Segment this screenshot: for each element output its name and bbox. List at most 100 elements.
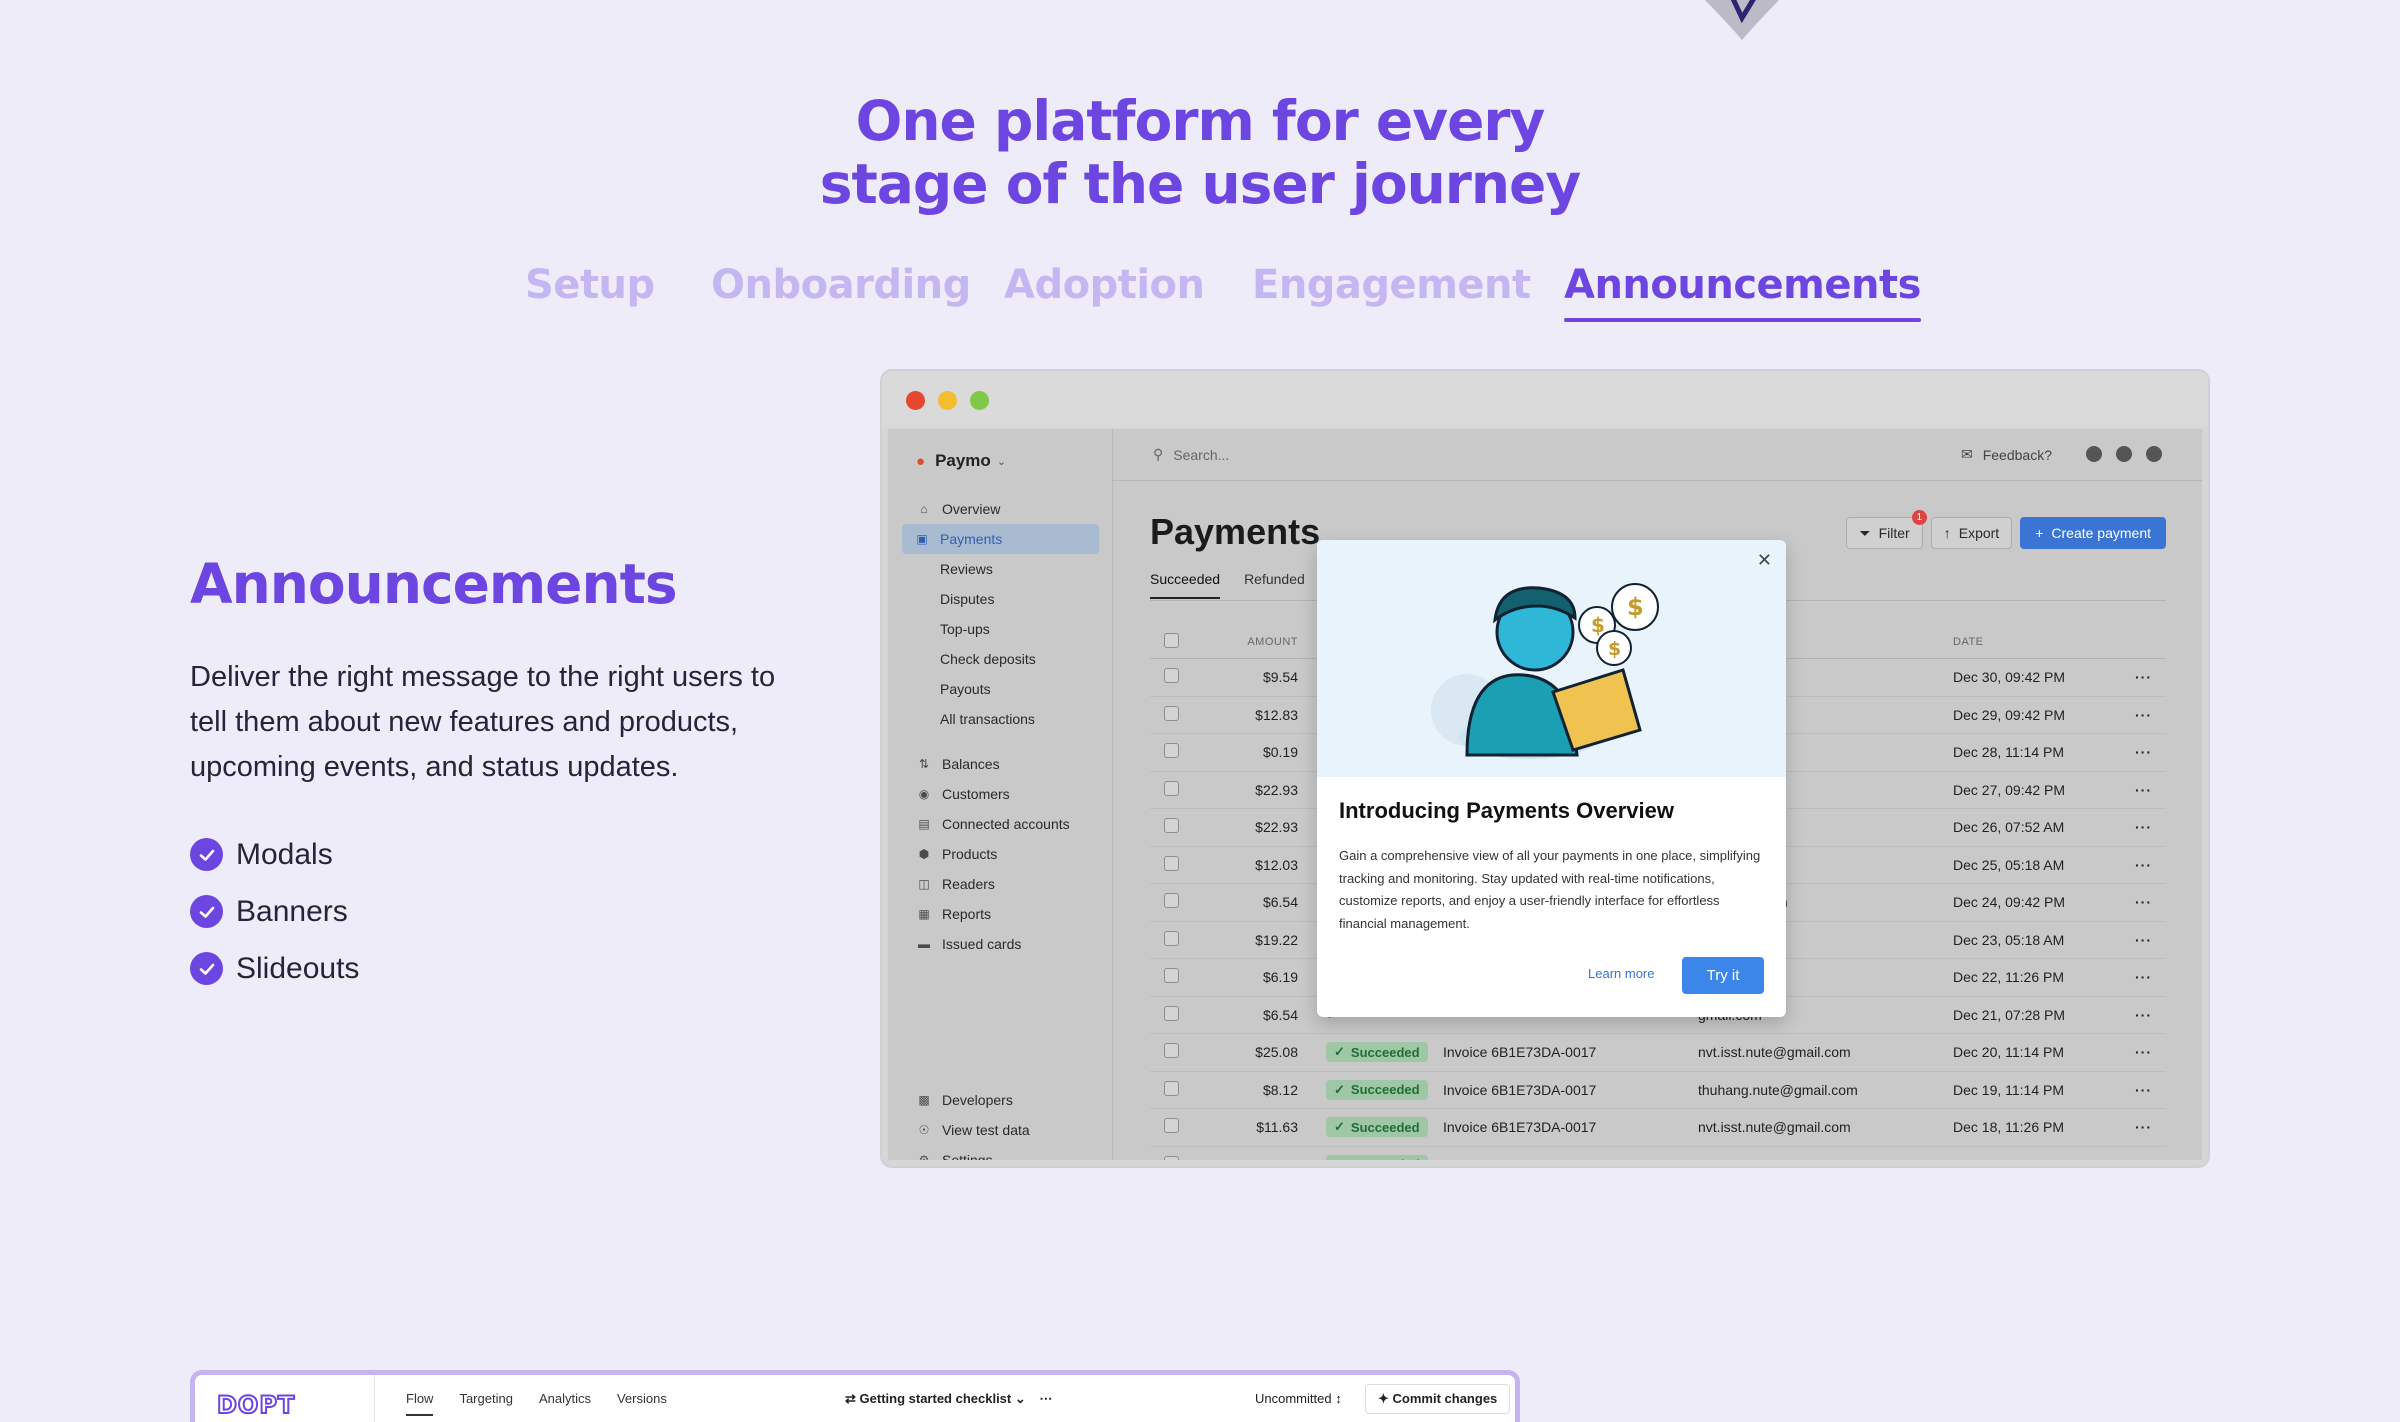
tab-engagement[interactable]: Engagement [1252,262,1531,308]
more-actions-icon[interactable]: ··· [2118,857,2166,873]
sidebar-item-settings[interactable]: ⚙ Settings [888,1145,1113,1160]
select-all-checkbox[interactable] [1164,632,1179,648]
table-row[interactable]: $25.08 ✓ Succeeded Invoice 6B1E73DA-0017 nvt… [1150,1034,2166,1072]
user-icon[interactable] [2146,446,2162,462]
sidebar-item-label: Reviews [940,561,993,577]
row-checkbox[interactable] [1164,743,1179,759]
close-icon[interactable]: ✕ [1757,550,1772,571]
tab-adoption[interactable]: Adoption [1004,262,1205,308]
table-row[interactable]: $8.12 ✓ Succeeded Invoice 6B1E73DA-0017 thuh… [1150,1072,2166,1109]
more-icon[interactable]: ⋯ [1039,1391,1052,1406]
status-label: Succeeded [1350,1082,1420,1098]
row-checkbox[interactable] [1164,968,1179,984]
filter-button[interactable]: ⏷ Filter 1 [1846,510,1927,549]
row-checkbox[interactable] [1164,930,1179,946]
flame-icon: ● [916,452,926,470]
learn-more-link[interactable]: Learn more [1588,966,1654,981]
topbar: ⚲ Search... ✉ Feedback? [1113,429,2202,481]
sidebar-item-payouts[interactable]: Payouts [888,674,1113,704]
sidebar-item-check-deposits[interactable]: Check deposits [888,644,1113,674]
sidebar-item-developers[interactable]: ▩ Developers [888,1085,1113,1115]
sidebar-item-issued-cards[interactable]: ▬ Issued cards [888,929,1113,959]
date-cell: Dec 27, 09:42 PM [1953,781,2066,798]
export-button[interactable]: ↑ Export [1930,517,2013,549]
sidebar-item-top-ups[interactable]: Top-ups [888,614,1113,644]
commit-status[interactable]: Uncommitted ↕ [1255,1391,1342,1406]
more-actions-icon[interactable]: ··· [2118,744,2166,760]
bell-icon[interactable] [2086,446,2102,462]
help-icon[interactable] [2116,446,2132,462]
tab-setup[interactable]: Setup [525,262,655,308]
tab-targeting[interactable]: Targeting [459,1391,512,1416]
tab-flow[interactable]: Flow [406,1391,434,1416]
sidebar-item-customers[interactable]: ◉ Customers [888,779,1113,809]
row-checkbox[interactable] [1164,1043,1179,1059]
sidebar-item-products[interactable]: ⬢ Products [888,839,1113,869]
more-actions-icon[interactable]: ··· [2118,932,2166,948]
journey-tabs: Setup Onboarding Adoption Engagement Ann… [0,262,2400,332]
amount-cell: $12.83 [1208,1157,1298,1160]
sidebar-item-all-transactions[interactable]: All transactions [888,704,1113,734]
search-field[interactable]: ⚲ Search... [1153,446,1229,463]
sidebar-item-readers[interactable]: ◫ Readers [888,869,1113,899]
row-checkbox[interactable] [1164,893,1179,909]
sidebar-item-label: Payouts [940,681,991,697]
sidebar-item-view-test-data[interactable]: ☉ View test data [888,1115,1113,1145]
row-checkbox[interactable] [1164,818,1179,834]
more-actions-icon[interactable]: ··· [2118,969,2166,985]
commit-changes-button[interactable]: ✦ Commit changes [1365,1384,1511,1414]
tab-versions[interactable]: Versions [617,1391,667,1416]
card-icon: ▬ [918,937,930,951]
row-checkbox[interactable] [1164,705,1179,721]
sidebar-item-disputes[interactable]: Disputes [888,584,1113,614]
more-actions-icon[interactable]: ··· [2118,782,2166,798]
sidebar-item-connected-accounts[interactable]: ▤ Connected accounts [888,809,1113,839]
tab-announcements[interactable]: Announcements [1564,262,1921,322]
table-row[interactable]: $12.83 ✓ Succeeded Invoice 6B1E73DA-0017tie… [1150,1147,2166,1160]
more-actions-icon[interactable]: ··· [2118,1044,2166,1060]
sidebar-item-balances[interactable]: ⇅ Balances [888,749,1113,779]
readers-icon: ◫ [918,877,930,891]
row-checkbox[interactable] [1164,1118,1179,1134]
tab-analytics[interactable]: Analytics [539,1391,591,1416]
subtab-refunded[interactable]: Refunded [1244,571,1305,599]
chevron-down-icon: ⌄ [996,455,1007,468]
more-actions-icon[interactable]: ··· [2118,1119,2166,1135]
more-actions-icon[interactable]: ··· [2118,894,2166,910]
subtab-succeeded[interactable]: Succeeded [1150,571,1221,599]
window-close-dot[interactable] [906,391,925,410]
row-checkbox[interactable] [1164,780,1179,796]
sidebar-item-reports[interactable]: ▦ Reports [888,899,1113,929]
more-actions-icon[interactable]: ··· [2118,707,2166,723]
hero-title-line-1: One platform for every [855,89,1546,153]
email-cell: tienlapspktnd@gmail.com [1698,1157,1953,1160]
window-maximize-dot[interactable] [970,391,989,410]
more-actions-icon[interactable]: ··· [2118,819,2166,835]
tab-onboarding[interactable]: Onboarding [711,262,971,308]
sidebar-item-payments[interactable]: ▣ Payments [902,524,1099,554]
feedback-label: Feedback? [1982,446,2052,463]
table-row[interactable]: $11.63 ✓ Succeeded Invoice 6B1E73DA-0017 nvt… [1150,1109,2166,1147]
more-actions-icon[interactable]: ··· [2118,1082,2166,1098]
row-checkbox[interactable] [1164,1080,1179,1096]
create-payment-button[interactable]: + Create payment [2020,517,2166,549]
try-it-button[interactable]: Try it [1682,957,1764,994]
feedback-link[interactable]: ✉ Feedback? [1961,446,2052,463]
date-cell: Dec 30, 09:42 PM [1953,669,2066,686]
sidebar-item-overview[interactable]: ⌂ Overview [888,494,1113,524]
more-actions-icon[interactable]: ··· [2118,1157,2166,1160]
more-actions-icon[interactable]: ··· [2118,1007,2166,1023]
column-date[interactable]: DATE [1953,636,2118,648]
row-checkbox[interactable] [1164,855,1179,871]
sidebar-item-reviews[interactable]: Reviews [888,554,1113,584]
brand-switcher[interactable]: ● Paymo ⌄ [916,451,1006,471]
row-checkbox[interactable] [1164,1005,1179,1021]
window-minimize-dot[interactable] [938,391,957,410]
preview-tabs: Flow Targeting Analytics Versions [406,1391,667,1416]
more-actions-icon[interactable]: ··· [2118,669,2166,685]
row-checkbox[interactable] [1164,668,1179,684]
row-checkbox[interactable] [1164,1155,1179,1160]
column-amount[interactable]: AMOUNT [1208,636,1298,648]
flow-selector[interactable]: ⇄ Getting started checklist ⌄ ⋯ [845,1391,1052,1407]
date-cell: Dec 20, 11:14 PM [1953,1044,2065,1061]
